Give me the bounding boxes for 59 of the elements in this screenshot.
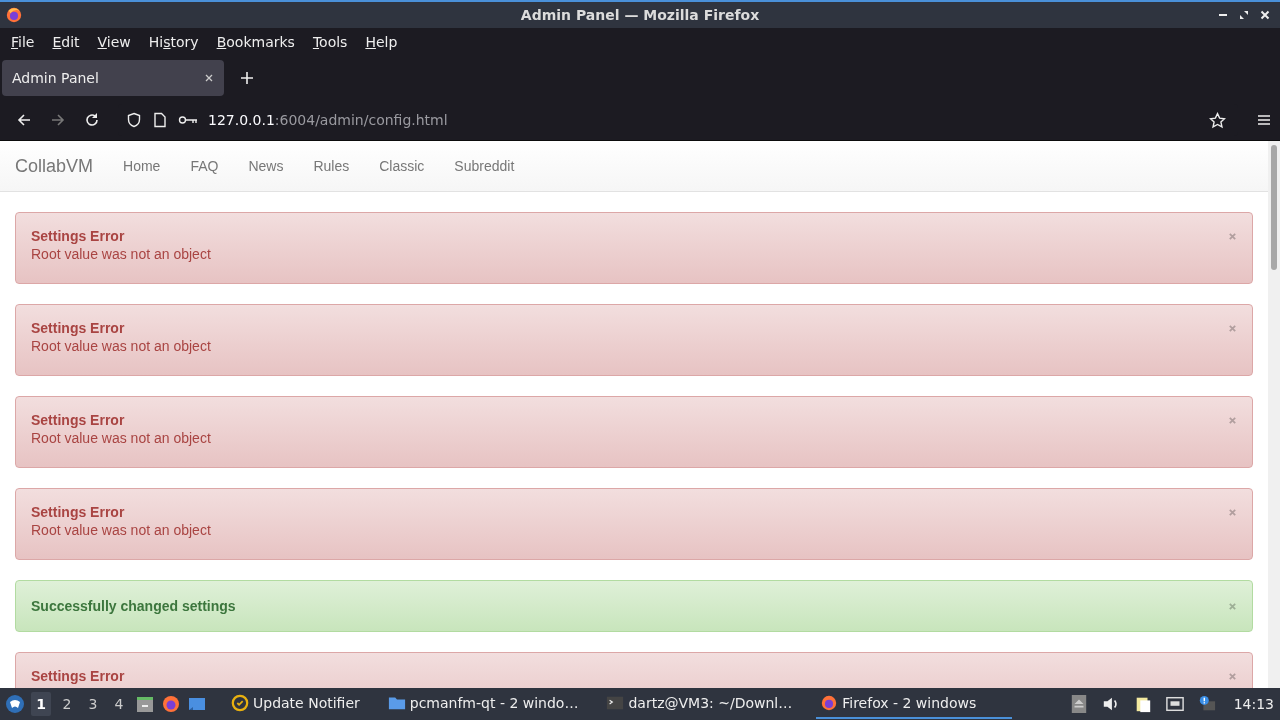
volume-icon[interactable]: [1101, 695, 1120, 713]
workspace-button[interactable]: 3: [83, 692, 103, 716]
nav-link[interactable]: News: [233, 158, 299, 174]
url-text: 127.0.0.1:6004/admin/config.html: [208, 112, 448, 128]
network-icon[interactable]: [1165, 695, 1184, 713]
workspace-button[interactable]: 2: [57, 692, 77, 716]
window-title: Admin Panel — Mozilla Firefox: [520, 7, 760, 23]
reload-icon[interactable]: [84, 112, 100, 128]
nav-link[interactable]: Subreddit: [439, 158, 530, 174]
clock: 14:13: [1233, 696, 1274, 712]
key-icon: [178, 114, 198, 126]
menu-item[interactable]: Help: [356, 34, 407, 50]
firefox-icon: [5, 6, 23, 24]
file-cabinet-icon[interactable]: [135, 694, 155, 714]
alert-title: Settings Error: [31, 668, 126, 684]
nav-link[interactable]: Classic: [364, 158, 440, 174]
alert-title: Successfully changed settings: [31, 598, 237, 614]
forward-icon[interactable]: [50, 112, 66, 128]
scrollbar[interactable]: [1268, 141, 1280, 688]
alert-title: Settings Error: [31, 228, 126, 244]
eject-icon[interactable]: [1069, 695, 1088, 713]
alert-title: Settings Error: [31, 412, 126, 428]
browser-tab[interactable]: Admin Panel: [2, 60, 224, 96]
nav-link[interactable]: FAQ: [175, 158, 234, 174]
menu-item[interactable]: File: [2, 34, 44, 50]
maximize-icon[interactable]: [1239, 10, 1249, 20]
nav-link[interactable]: Home: [108, 158, 176, 174]
shield-icon: [126, 112, 142, 128]
terminal-icon: [606, 694, 625, 712]
taskbar-task[interactable]: dartz@VM3: ~/Downl…: [602, 689, 797, 719]
menu-item[interactable]: View: [88, 34, 140, 50]
alert-message: Root value was not an object: [31, 246, 212, 262]
taskbar-task[interactable]: Firefox - 2 windows: [816, 689, 1013, 719]
taskbar-task[interactable]: pcmanfm-qt - 2 windo…: [383, 689, 583, 719]
update-icon: [231, 694, 249, 712]
menu-item[interactable]: Tools: [303, 34, 357, 50]
alert-title: Settings Error: [31, 320, 126, 336]
menu-item[interactable]: History: [139, 34, 208, 50]
alert-message: Root value was not an object: [31, 338, 212, 354]
firefox-icon: [820, 694, 839, 712]
back-icon[interactable]: [16, 112, 32, 128]
alert-icon[interactable]: [1197, 695, 1216, 713]
nav-link[interactable]: Rules: [298, 158, 365, 174]
site-brand[interactable]: CollabVM: [15, 155, 94, 177]
workspace-button[interactable]: 1: [31, 692, 51, 716]
start-menu-icon[interactable]: [5, 694, 25, 714]
star-icon[interactable]: [1209, 111, 1226, 129]
workspace-button[interactable]: 4: [109, 692, 129, 716]
menu-icon[interactable]: [1256, 112, 1272, 128]
new-tab-icon[interactable]: [240, 71, 254, 85]
menu-item[interactable]: Bookmarks: [207, 34, 304, 50]
menu-item[interactable]: Edit: [43, 34, 89, 50]
close-icon[interactable]: [204, 73, 214, 83]
alert-title: Settings Error: [31, 504, 126, 520]
page-icon: [152, 112, 168, 128]
alert-message: Root value was not an object: [31, 522, 212, 538]
firefox-icon[interactable]: [161, 694, 181, 714]
taskbar-task[interactable]: Update Notifier: [227, 689, 364, 719]
alert-message: Root value was not an object: [31, 430, 212, 446]
